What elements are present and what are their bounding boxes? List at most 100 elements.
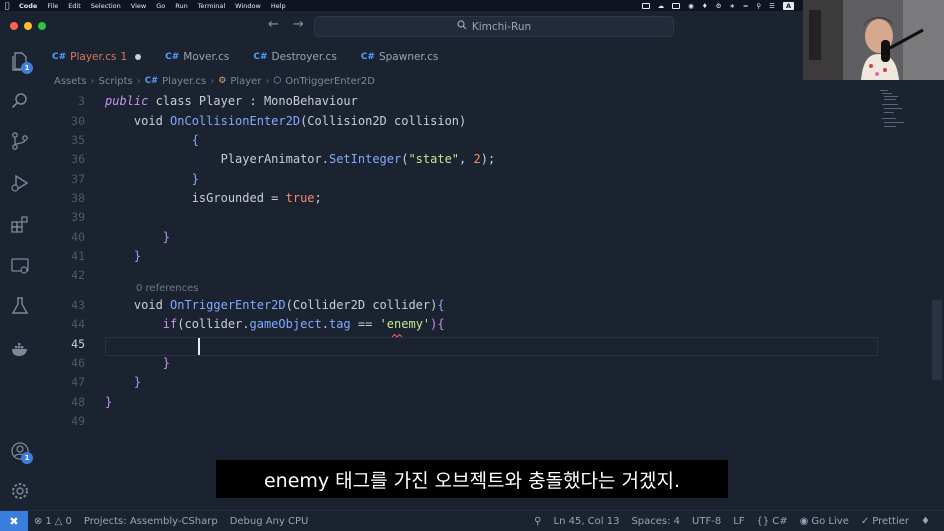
codelens-references[interactable]: 0 references xyxy=(136,283,199,294)
cloud-icon[interactable]: ☁ xyxy=(658,2,665,10)
settings-icon[interactable]: ⚙ xyxy=(716,2,722,10)
code-line[interactable]: void OnCollisionEnter2D(Collision2D coll… xyxy=(105,114,466,128)
breadcrumb-method[interactable]: OnTriggerEnter2D xyxy=(285,76,375,87)
code-line[interactable]: } xyxy=(105,230,170,244)
code-line[interactable]: } xyxy=(105,249,141,263)
command-center-label: Kimchi-Run xyxy=(471,20,532,33)
wifi-icon[interactable]: ≈ xyxy=(743,2,748,10)
explorer-icon[interactable]: 1 xyxy=(10,51,33,74)
csharp-file-icon: C# xyxy=(253,52,268,62)
extensions-icon[interactable] xyxy=(10,215,30,235)
code-editor[interactable]: 3 30 35 36 37 38 39 40 41 42 43 44 45 46 47 48 49 0 refe… xyxy=(40,90,880,510)
docker-icon[interactable] xyxy=(10,339,30,359)
project-indicator[interactable]: Projects: Assembly-CSharp xyxy=(78,516,224,527)
remote-indicator-icon[interactable]: ✖ xyxy=(0,510,28,531)
go-live-label: Go Live xyxy=(811,515,849,527)
breadcrumb-assets[interactable]: Assets xyxy=(54,76,87,87)
breadcrumb-class[interactable]: Player xyxy=(230,76,261,87)
code-line[interactable]: void OnTriggerEnter2D(Collider2D collide… xyxy=(105,298,445,312)
menu-help[interactable]: Help xyxy=(266,2,291,10)
remote-explorer-icon[interactable] xyxy=(10,256,30,276)
menu-terminal[interactable]: Terminal xyxy=(193,2,230,10)
language-mode[interactable]: {} C# xyxy=(751,516,794,527)
close-window-button[interactable] xyxy=(10,22,18,30)
spotlight-icon[interactable]: ⚲ xyxy=(756,2,761,10)
menu-go[interactable]: Go xyxy=(151,2,170,10)
menu-window[interactable]: Window xyxy=(230,2,266,10)
code-line[interactable]: PlayerAnimator.SetInteger("state", 2); xyxy=(105,152,496,166)
command-center-search[interactable]: Kimchi-Run xyxy=(314,16,674,37)
code-line[interactable]: } xyxy=(105,395,112,409)
code-line[interactable]: } xyxy=(105,375,141,389)
menu-selection[interactable]: Selection xyxy=(86,2,126,10)
warning-count: 0 xyxy=(65,515,72,527)
line-number: 44 xyxy=(71,317,85,331)
zoom-icon[interactable]: ⚲ xyxy=(528,516,547,527)
problems-indicator[interactable]: ⊗ 1 △ 0 xyxy=(28,516,78,527)
run-debug-icon[interactable] xyxy=(10,173,30,193)
code-line[interactable]: } xyxy=(105,172,199,186)
menu-app-name[interactable]: Code xyxy=(14,2,42,10)
cursor-position[interactable]: Ln 45, Col 13 xyxy=(548,516,626,527)
arrow-right-icon[interactable]: → xyxy=(293,17,304,32)
code-line[interactable]: public class Player : MonoBehaviour xyxy=(105,94,358,108)
editor-tabs: C# Player.cs 1 C# Mover.cs C# Destroyer.… xyxy=(40,43,800,71)
debug-config[interactable]: Debug Any CPU xyxy=(224,516,315,527)
tab-destroyer-cs[interactable]: C# Destroyer.cs xyxy=(241,43,348,71)
chevron-right-icon: › xyxy=(210,75,215,87)
menu-run[interactable]: Run xyxy=(170,2,192,10)
apple-icon[interactable]:  xyxy=(0,1,14,10)
menu-edit[interactable]: Edit xyxy=(63,2,86,10)
search-view-icon[interactable] xyxy=(10,91,30,111)
tab-spawner-cs[interactable]: C# Spawner.cs xyxy=(349,43,451,71)
source-control-icon[interactable] xyxy=(10,131,30,151)
menu-view[interactable]: View xyxy=(126,2,151,10)
arrow-left-icon[interactable]: ← xyxy=(268,17,279,32)
status-bar: ✖ ⊗ 1 △ 0 Projects: Assembly-CSharp Debu… xyxy=(0,510,944,531)
code-token: if xyxy=(105,317,178,331)
bluetooth-icon[interactable]: ∗ xyxy=(729,2,734,10)
accounts-icon[interactable]: 1 xyxy=(10,441,33,464)
creative-cloud-icon[interactable]: ◉ xyxy=(688,2,694,10)
tab-mover-cs[interactable]: C# Mover.cs xyxy=(153,43,241,71)
record-icon[interactable] xyxy=(672,2,681,9)
status-bar-right: ⚲ Ln 45, Col 13 Spaces: 4 UTF-8 LF {} C#… xyxy=(528,511,936,531)
screen-icon[interactable] xyxy=(641,2,650,9)
notifications-bell-icon[interactable]: ♦ xyxy=(915,516,936,527)
breadcrumb-scripts[interactable]: Scripts xyxy=(99,76,133,87)
code-token: (Collider2D collider) xyxy=(285,298,438,312)
prettier-button[interactable]: ✓ Prettier xyxy=(855,516,915,527)
testing-icon[interactable] xyxy=(10,296,30,316)
go-live-button[interactable]: ◉ Go Live xyxy=(794,516,855,527)
tab-player-cs[interactable]: C# Player.cs 1 xyxy=(40,43,153,71)
code-area[interactable]: 0 references public class Player : MonoB… xyxy=(105,90,878,510)
code-token: } xyxy=(105,356,171,370)
class-icon: ⚙ xyxy=(218,76,227,86)
code-line[interactable]: } xyxy=(105,356,170,370)
prettier-check-icon: ✓ xyxy=(860,515,870,527)
end-of-line[interactable]: LF xyxy=(727,516,750,527)
input-source-badge[interactable]: A xyxy=(782,1,794,10)
line-number: 36 xyxy=(71,152,85,166)
code-token: ; xyxy=(314,191,322,205)
control-center-icon[interactable]: ☰ xyxy=(769,2,775,10)
vertical-scrollbar[interactable] xyxy=(932,300,942,380)
code-token: } xyxy=(105,172,199,186)
bell-icon[interactable]: ♦ xyxy=(702,2,708,10)
breadcrumb-file[interactable]: Player.cs xyxy=(162,76,206,87)
encoding[interactable]: UTF-8 xyxy=(686,516,727,527)
code-token: gameObject xyxy=(249,317,322,331)
minimize-window-button[interactable] xyxy=(24,22,32,30)
manage-gear-icon[interactable] xyxy=(10,481,30,501)
code-line[interactable]: { xyxy=(105,133,199,147)
minimap[interactable] xyxy=(880,90,910,150)
indentation[interactable]: Spaces: 4 xyxy=(625,516,686,527)
menu-file[interactable]: File xyxy=(42,2,63,10)
code-line[interactable]: isGrounded = true; xyxy=(105,191,322,205)
code-line[interactable]: if(collider.gameObject.tag == 'enemy'){ xyxy=(105,317,445,331)
maximize-window-button[interactable] xyxy=(38,22,46,30)
language-label: C# xyxy=(772,515,788,527)
code-token: } xyxy=(105,230,171,244)
line-number: 30 xyxy=(71,114,85,128)
unsaved-dot-icon[interactable] xyxy=(135,54,142,60)
